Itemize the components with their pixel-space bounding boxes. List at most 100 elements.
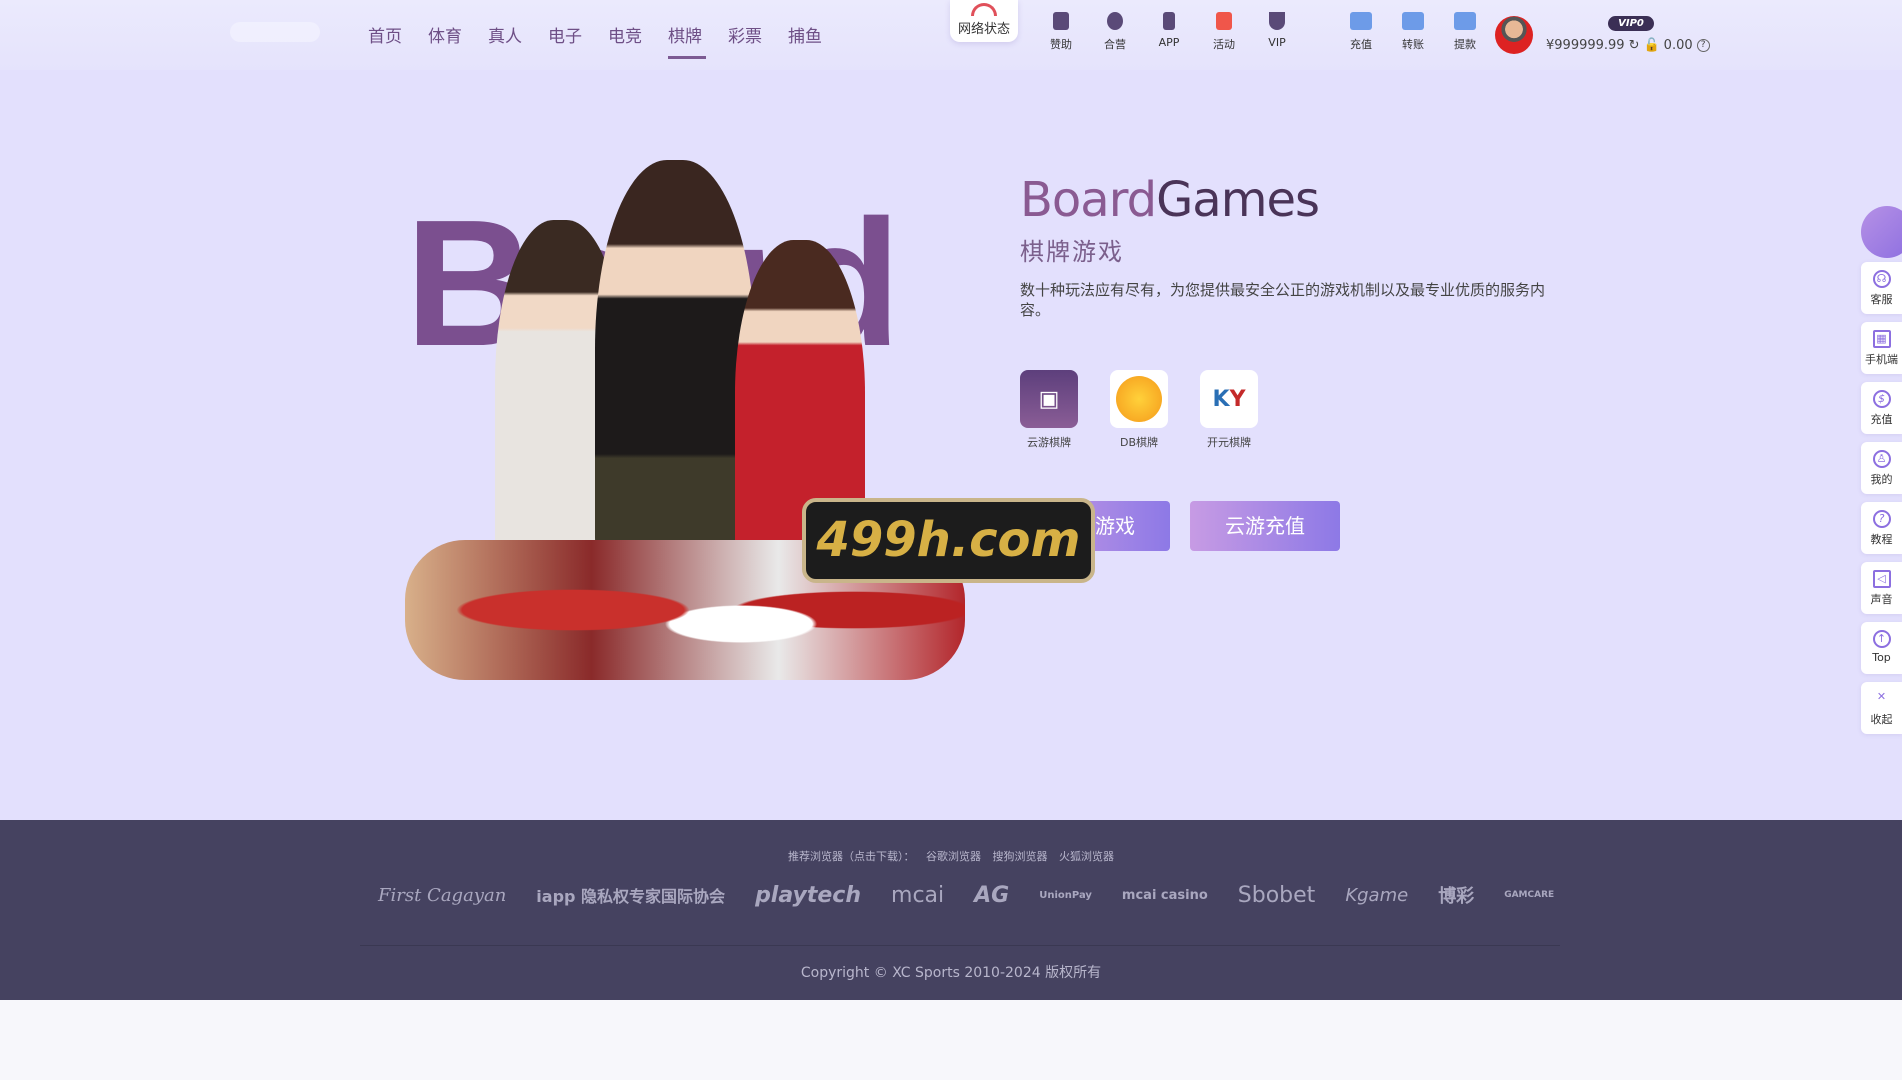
sidebar-sound[interactable]: ◁ 声音: [1861, 562, 1902, 614]
partner-logo: UnionPay: [1039, 889, 1092, 901]
game-provider-list: ▣ 云游棋牌 DB棋牌 K Y 开元棋牌: [1020, 370, 1258, 450]
collapse-icon: ✕: [1876, 690, 1887, 703]
cube-icon: ▣: [1020, 370, 1078, 428]
help-icon[interactable]: ?: [1696, 39, 1710, 52]
nav-board-games[interactable]: 棋牌: [668, 22, 728, 59]
sidebar-customer-service[interactable]: ☊ 客服: [1861, 262, 1902, 314]
partner-logo: Kgame: [1345, 884, 1409, 906]
partner-logo: playtech: [755, 882, 862, 908]
sidebar-label: Top: [1872, 651, 1891, 664]
network-status-button[interactable]: 网络状态: [950, 0, 1018, 42]
page-title: BoardGames: [1020, 172, 1320, 228]
promotions-label: 活动: [1213, 38, 1235, 51]
footer-divider: [360, 945, 1560, 946]
sidebar-mobile[interactable]: ▦ 手机端: [1861, 322, 1902, 374]
bookmark-icon: [1053, 12, 1069, 30]
partner-logo: AG: [974, 882, 1010, 908]
sidebar-deposit[interactable]: $ 充值: [1861, 382, 1902, 434]
locked-balance-value: 0.00: [1663, 38, 1693, 53]
balance-value: ¥999999.99: [1546, 38, 1625, 53]
partner-logo: mcai casino: [1121, 887, 1208, 903]
affiliate-label: 合营: [1104, 38, 1126, 51]
diamond-icon: [1269, 12, 1285, 30]
partner-logos: First Cagayan iapp 隐私权专家国际协会 playtech mc…: [378, 882, 1554, 908]
nav-esports[interactable]: 电竞: [608, 22, 668, 47]
vip-level-badge: VIP0: [1608, 16, 1654, 31]
chrome-link[interactable]: 谷歌浏览器: [926, 850, 981, 863]
sidebar-profile[interactable]: ♙ 我的: [1861, 442, 1902, 494]
balance-area: ¥999999.99 ↻ 🔓 0.00 ?: [1546, 38, 1710, 53]
footer: 推荐浏览器（点击下载）： 谷歌浏览器 搜狗浏览器 火狐浏览器 First Cag…: [0, 820, 1902, 1000]
transfer-label: 转账: [1402, 38, 1424, 51]
arrow-up-icon: ↑: [1872, 630, 1891, 648]
provider-db[interactable]: DB棋牌: [1110, 370, 1168, 450]
user-icon: ♙: [1872, 450, 1891, 468]
handshake-icon: [1107, 12, 1123, 30]
firefox-link[interactable]: 火狐浏览器: [1059, 850, 1114, 863]
sogou-link[interactable]: 搜狗浏览器: [993, 850, 1048, 863]
gift-icon: [1216, 12, 1232, 30]
db-logo-icon: [1110, 370, 1168, 428]
ky-logo-icon: KY: [1200, 370, 1258, 428]
recharge-button[interactable]: 云游充值: [1190, 501, 1340, 551]
speaker-icon: ◁: [1872, 570, 1891, 588]
sidebar-label: 手机端: [1865, 353, 1898, 366]
nav-live[interactable]: 真人: [488, 22, 548, 47]
page-subtitle: 棋牌游戏: [1020, 238, 1124, 266]
affiliate-button[interactable]: 合营: [1095, 12, 1135, 52]
sidebar-label: 客服: [1870, 293, 1893, 306]
sidebar-label: 收起: [1870, 713, 1893, 726]
qrcode-icon: ▦: [1872, 330, 1891, 348]
provider-label: DB棋牌: [1119, 436, 1159, 449]
app-label: APP: [1158, 36, 1180, 49]
lock-icon: 🔓: [1643, 38, 1660, 53]
app-button[interactable]: APP: [1149, 12, 1189, 49]
phone-icon: [1163, 12, 1175, 30]
deposit-button[interactable]: 充值: [1341, 12, 1381, 52]
provider-kaiyuan[interactable]: K Y 开元棋牌: [1200, 370, 1258, 450]
signal-icon: [971, 3, 997, 16]
promotions-button[interactable]: 活动: [1204, 12, 1244, 52]
vip-button[interactable]: VIP: [1257, 12, 1297, 49]
hero-illustration: Board: [365, 120, 985, 700]
avatar[interactable]: [1495, 16, 1533, 54]
copyright: Copyright © XC Sports 2010-2024 版权所有: [800, 965, 1102, 981]
sidebar-collapse[interactable]: ✕ 收起: [1861, 682, 1902, 734]
site-logo[interactable]: [230, 22, 320, 42]
hero-figure-center: [595, 160, 755, 580]
sponsor-button[interactable]: 赞助: [1041, 12, 1081, 52]
transfer-button[interactable]: 转账: [1393, 12, 1433, 52]
page-description: 数十种玩法应有尽有，为您提供最安全公正的游戏机制以及最专业优质的服务内容。: [1020, 281, 1546, 319]
sponsor-label: 赞助: [1050, 38, 1072, 51]
deposit-icon: [1350, 12, 1372, 30]
withdraw-button[interactable]: 提款: [1445, 12, 1485, 52]
site-watermark-badge: 499h.com: [802, 498, 1095, 583]
partner-logo: mcai: [891, 882, 945, 908]
nav-lottery[interactable]: 彩票: [728, 22, 788, 47]
withdraw-label: 提款: [1454, 38, 1476, 51]
headset-icon: ☊: [1872, 270, 1891, 288]
title-part-1: Board: [1020, 172, 1157, 228]
browser-prompt: 推荐浏览器（点击下载）：: [788, 850, 915, 863]
partner-logo: First Cagayan: [378, 884, 507, 906]
nav-home[interactable]: 首页: [368, 22, 428, 47]
main-nav: 首页 体育 真人 电子 电竞 棋牌 彩票 捕鱼: [368, 22, 848, 59]
sidebar-label: 我的: [1870, 473, 1893, 486]
help-icon: ?: [1872, 510, 1891, 528]
partner-logo: iapp 隐私权专家国际协会: [536, 887, 726, 906]
vip-label: VIP: [1268, 36, 1286, 49]
provider-label: 云游棋牌: [1027, 436, 1071, 449]
refresh-icon[interactable]: ↻: [1629, 38, 1640, 53]
nav-sports[interactable]: 体育: [428, 22, 488, 47]
title-part-2: Games: [1156, 172, 1320, 228]
sidebar-tutorial[interactable]: ? 教程: [1861, 502, 1902, 554]
partner-logo: 博彩: [1438, 886, 1475, 907]
nav-slots[interactable]: 电子: [548, 22, 608, 47]
nav-fishing[interactable]: 捕鱼: [788, 22, 848, 47]
sidebar-top[interactable]: ↑ Top: [1861, 622, 1902, 674]
money-icon: $: [1872, 390, 1891, 408]
partner-logo: Sbobet: [1237, 882, 1316, 908]
sidebar-label: 教程: [1870, 533, 1893, 546]
network-status-label: 网络状态: [957, 22, 1010, 37]
provider-yunyou[interactable]: ▣ 云游棋牌: [1020, 370, 1078, 450]
